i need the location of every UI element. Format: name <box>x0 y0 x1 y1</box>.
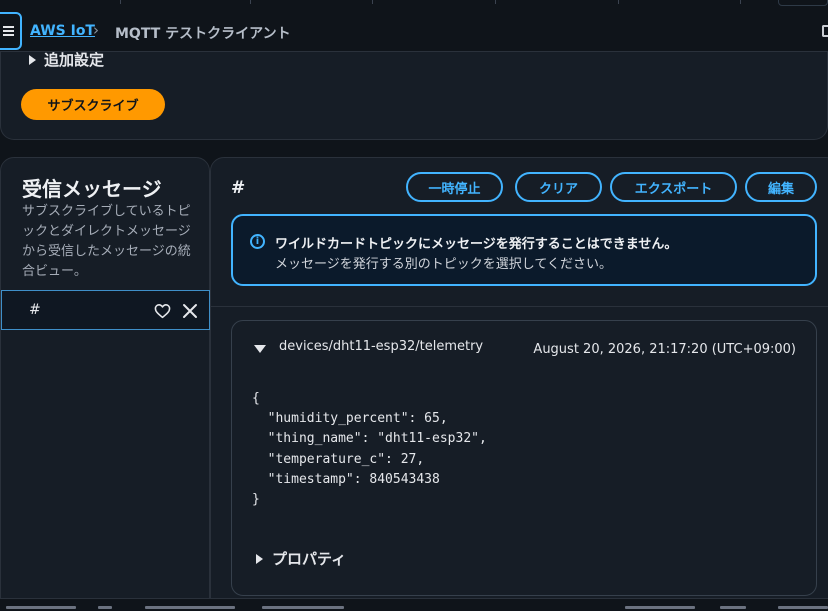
additional-settings-label: 追加設定 <box>44 51 105 69</box>
strip-tick <box>618 0 619 4</box>
received-messages-description: サブスクライブしているトピックとダイレクトメッセージから受信したメッセージの統合… <box>22 204 191 279</box>
toolbar-item <box>145 606 235 609</box>
toolbar-item <box>262 606 344 609</box>
strip-tick <box>495 0 496 4</box>
topic-list-item[interactable]: # <box>1 290 210 330</box>
menu-toggle-button[interactable] <box>0 12 22 50</box>
divider <box>211 306 828 307</box>
breadcrumb-current: MQTT テストクライアント <box>115 26 291 42</box>
toolbar-item <box>720 606 746 609</box>
additional-settings-toggle[interactable]: 追加設定 <box>29 49 104 70</box>
strip-tick <box>250 0 251 4</box>
message-timestamp: August 20, 2026, 21:17:20 (UTC+09:00) <box>533 342 796 357</box>
pause-button[interactable]: 一時停止 <box>406 172 503 202</box>
info-alert: i ワイルドカードトピックにメッセージを発行することはできません。 メッセージを… <box>231 214 817 286</box>
bottom-toolbar-strip <box>0 598 828 611</box>
alert-title: ワイルドカードトピックにメッセージを発行することはできません。 <box>275 237 678 252</box>
hamburger-icon <box>2 26 14 36</box>
heart-icon[interactable] <box>154 303 171 319</box>
message-topic: devices/dht11-esp32/telemetry <box>279 339 484 354</box>
breadcrumb-aws-iot-link[interactable]: AWS IoT <box>30 23 95 39</box>
message-payload: { "humidity_percent": 65, "thing_name": … <box>252 391 487 508</box>
topic-messages-panel: # 一時停止 クリア エクスポート 編集 i ワイルドカードトピックにメッセージ… <box>210 157 828 611</box>
caret-right-icon <box>256 553 263 564</box>
chevron-right-icon: › <box>93 21 99 39</box>
strip-tick <box>120 0 121 4</box>
close-icon[interactable] <box>182 303 198 319</box>
caret-right-icon <box>29 54 36 65</box>
toolbar-item <box>625 606 695 609</box>
console-header: AWS IoT › MQTT テストクライアント <box>0 10 828 52</box>
subscribe-button[interactable]: サブスクライブ <box>21 89 165 120</box>
subscription-panel: 追加設定 サブスクライブ <box>0 49 828 140</box>
caret-down-icon[interactable] <box>254 345 266 353</box>
clear-button[interactable]: クリア <box>515 172 602 202</box>
properties-label: プロパティ <box>272 550 347 568</box>
topic-name: # <box>29 302 41 318</box>
topic-title: # <box>231 178 246 198</box>
export-button[interactable]: エクスポート <box>610 172 737 202</box>
strip-tick <box>740 0 741 4</box>
toolbar-item <box>6 606 76 609</box>
info-icon: i <box>250 234 265 249</box>
toolbar-item <box>778 606 828 609</box>
message-card: devices/dht11-esp32/telemetry August 20,… <box>231 320 817 596</box>
strip-corner-box <box>778 0 828 6</box>
strip-tick <box>372 0 373 4</box>
alert-body: メッセージを発行する別のトピックを選択してください。 <box>275 257 612 272</box>
properties-toggle[interactable]: プロパティ <box>256 548 346 569</box>
received-messages-panel: 受信メッセージ サブスクライブしているトピックとダイレクトメッセージから受信した… <box>0 157 210 611</box>
toolbar-item <box>98 606 112 609</box>
panel-toggle-icon[interactable] <box>822 25 828 37</box>
received-messages-title: 受信メッセージ <box>22 177 162 201</box>
edit-button[interactable]: 編集 <box>745 172 817 202</box>
top-window-strip <box>0 0 828 10</box>
